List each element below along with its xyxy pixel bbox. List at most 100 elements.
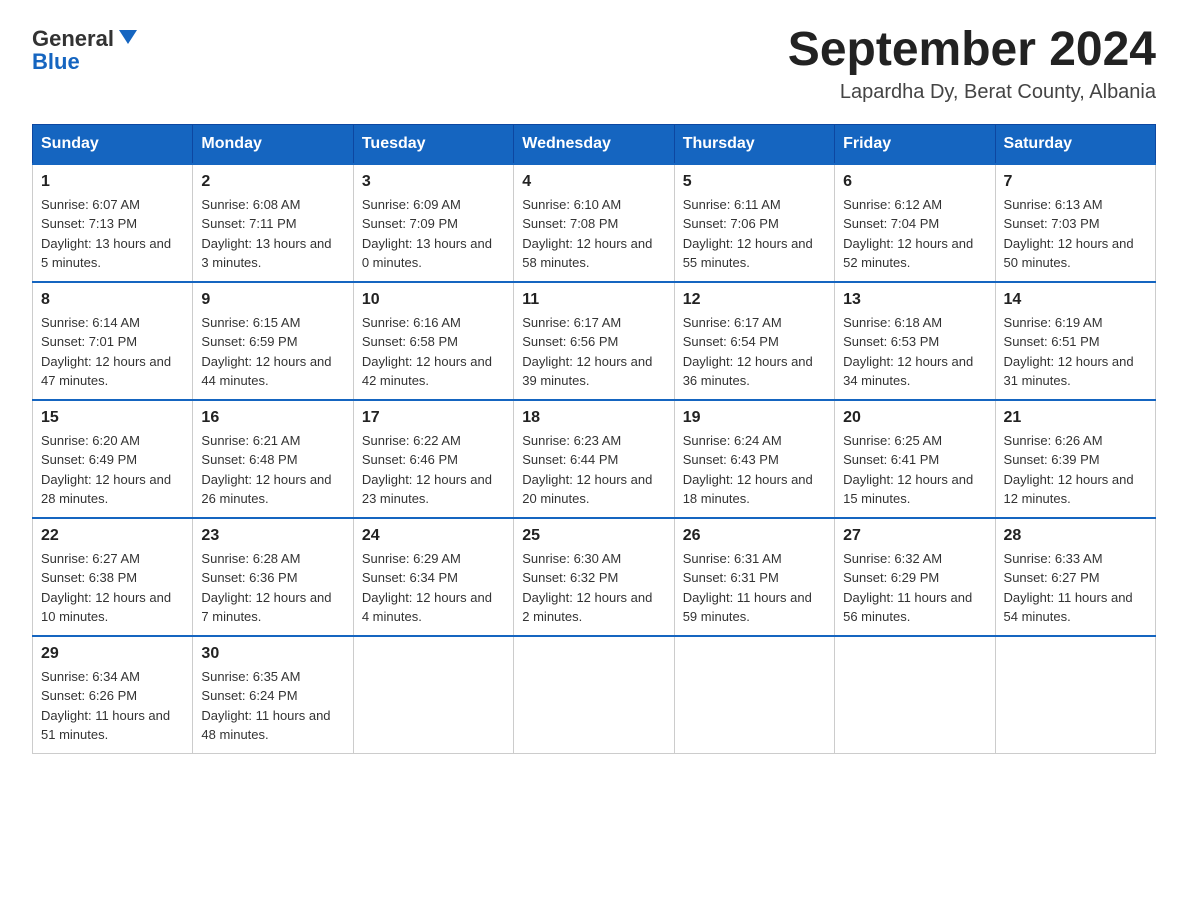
day-info: Sunrise: 6:10 AM Sunset: 7:08 PM Dayligh…: [522, 195, 665, 273]
day-info: Sunrise: 6:26 AM Sunset: 6:39 PM Dayligh…: [1004, 431, 1147, 509]
calendar-day-cell: 21 Sunrise: 6:26 AM Sunset: 6:39 PM Dayl…: [995, 400, 1155, 518]
calendar-day-cell: 1 Sunrise: 6:07 AM Sunset: 7:13 PM Dayli…: [33, 164, 193, 282]
day-info: Sunrise: 6:09 AM Sunset: 7:09 PM Dayligh…: [362, 195, 505, 273]
calendar-day-cell: 14 Sunrise: 6:19 AM Sunset: 6:51 PM Dayl…: [995, 282, 1155, 400]
day-number: 6: [843, 173, 986, 191]
page-header: General Blue September 2024 Lapardha Dy,…: [32, 24, 1156, 104]
day-number: 11: [522, 291, 665, 309]
day-number: 15: [41, 409, 184, 427]
calendar-day-cell: 9 Sunrise: 6:15 AM Sunset: 6:59 PM Dayli…: [193, 282, 353, 400]
day-info: Sunrise: 6:13 AM Sunset: 7:03 PM Dayligh…: [1004, 195, 1147, 273]
calendar-day-cell: 8 Sunrise: 6:14 AM Sunset: 7:01 PM Dayli…: [33, 282, 193, 400]
calendar-week-row: 22 Sunrise: 6:27 AM Sunset: 6:38 PM Dayl…: [33, 518, 1156, 636]
day-number: 12: [683, 291, 826, 309]
day-info: Sunrise: 6:30 AM Sunset: 6:32 PM Dayligh…: [522, 549, 665, 627]
calendar-day-cell: 19 Sunrise: 6:24 AM Sunset: 6:43 PM Dayl…: [674, 400, 834, 518]
day-info: Sunrise: 6:33 AM Sunset: 6:27 PM Dayligh…: [1004, 549, 1147, 627]
calendar-day-cell: 15 Sunrise: 6:20 AM Sunset: 6:49 PM Dayl…: [33, 400, 193, 518]
day-number: 7: [1004, 173, 1147, 191]
calendar-day-cell: 26 Sunrise: 6:31 AM Sunset: 6:31 PM Dayl…: [674, 518, 834, 636]
day-info: Sunrise: 6:23 AM Sunset: 6:44 PM Dayligh…: [522, 431, 665, 509]
header-monday: Monday: [193, 124, 353, 164]
day-number: 28: [1004, 527, 1147, 545]
day-info: Sunrise: 6:08 AM Sunset: 7:11 PM Dayligh…: [201, 195, 344, 273]
day-info: Sunrise: 6:27 AM Sunset: 6:38 PM Dayligh…: [41, 549, 184, 627]
calendar-day-cell: 16 Sunrise: 6:21 AM Sunset: 6:48 PM Dayl…: [193, 400, 353, 518]
calendar-day-cell: 11 Sunrise: 6:17 AM Sunset: 6:56 PM Dayl…: [514, 282, 674, 400]
day-number: 16: [201, 409, 344, 427]
day-number: 29: [41, 645, 184, 663]
header-tuesday: Tuesday: [353, 124, 513, 164]
header-saturday: Saturday: [995, 124, 1155, 164]
calendar-day-cell: [995, 636, 1155, 754]
calendar-day-cell: 13 Sunrise: 6:18 AM Sunset: 6:53 PM Dayl…: [835, 282, 995, 400]
calendar-day-cell: 10 Sunrise: 6:16 AM Sunset: 6:58 PM Dayl…: [353, 282, 513, 400]
calendar-day-cell: 6 Sunrise: 6:12 AM Sunset: 7:04 PM Dayli…: [835, 164, 995, 282]
day-number: 24: [362, 527, 505, 545]
day-number: 14: [1004, 291, 1147, 309]
day-number: 23: [201, 527, 344, 545]
day-info: Sunrise: 6:18 AM Sunset: 6:53 PM Dayligh…: [843, 313, 986, 391]
day-info: Sunrise: 6:21 AM Sunset: 6:48 PM Dayligh…: [201, 431, 344, 509]
day-info: Sunrise: 6:32 AM Sunset: 6:29 PM Dayligh…: [843, 549, 986, 627]
day-number: 2: [201, 173, 344, 191]
day-number: 9: [201, 291, 344, 309]
calendar-day-cell: 4 Sunrise: 6:10 AM Sunset: 7:08 PM Dayli…: [514, 164, 674, 282]
day-info: Sunrise: 6:28 AM Sunset: 6:36 PM Dayligh…: [201, 549, 344, 627]
calendar-day-cell: [353, 636, 513, 754]
day-number: 13: [843, 291, 986, 309]
day-info: Sunrise: 6:19 AM Sunset: 6:51 PM Dayligh…: [1004, 313, 1147, 391]
calendar-day-cell: [835, 636, 995, 754]
day-number: 26: [683, 527, 826, 545]
day-number: 25: [522, 527, 665, 545]
calendar-day-cell: 17 Sunrise: 6:22 AM Sunset: 6:46 PM Dayl…: [353, 400, 513, 518]
calendar-day-cell: [674, 636, 834, 754]
day-number: 8: [41, 291, 184, 309]
month-year-title: September 2024: [788, 24, 1156, 77]
day-info: Sunrise: 6:07 AM Sunset: 7:13 PM Dayligh…: [41, 195, 184, 273]
calendar-day-cell: 18 Sunrise: 6:23 AM Sunset: 6:44 PM Dayl…: [514, 400, 674, 518]
header-thursday: Thursday: [674, 124, 834, 164]
calendar-day-cell: 23 Sunrise: 6:28 AM Sunset: 6:36 PM Dayl…: [193, 518, 353, 636]
calendar-day-cell: 28 Sunrise: 6:33 AM Sunset: 6:27 PM Dayl…: [995, 518, 1155, 636]
calendar-week-row: 29 Sunrise: 6:34 AM Sunset: 6:26 PM Dayl…: [33, 636, 1156, 754]
day-number: 30: [201, 645, 344, 663]
day-number: 5: [683, 173, 826, 191]
day-number: 4: [522, 173, 665, 191]
day-info: Sunrise: 6:22 AM Sunset: 6:46 PM Dayligh…: [362, 431, 505, 509]
calendar-day-cell: 29 Sunrise: 6:34 AM Sunset: 6:26 PM Dayl…: [33, 636, 193, 754]
day-number: 19: [683, 409, 826, 427]
day-number: 10: [362, 291, 505, 309]
day-info: Sunrise: 6:35 AM Sunset: 6:24 PM Dayligh…: [201, 667, 344, 745]
calendar-day-cell: 3 Sunrise: 6:09 AM Sunset: 7:09 PM Dayli…: [353, 164, 513, 282]
calendar-header-row: Sunday Monday Tuesday Wednesday Thursday…: [33, 124, 1156, 164]
calendar-day-cell: [514, 636, 674, 754]
day-number: 17: [362, 409, 505, 427]
calendar-day-cell: 27 Sunrise: 6:32 AM Sunset: 6:29 PM Dayl…: [835, 518, 995, 636]
logo: General Blue: [32, 24, 139, 75]
day-info: Sunrise: 6:17 AM Sunset: 6:56 PM Dayligh…: [522, 313, 665, 391]
header-friday: Friday: [835, 124, 995, 164]
calendar-day-cell: 20 Sunrise: 6:25 AM Sunset: 6:41 PM Dayl…: [835, 400, 995, 518]
calendar-day-cell: 30 Sunrise: 6:35 AM Sunset: 6:24 PM Dayl…: [193, 636, 353, 754]
calendar-day-cell: 22 Sunrise: 6:27 AM Sunset: 6:38 PM Dayl…: [33, 518, 193, 636]
day-info: Sunrise: 6:25 AM Sunset: 6:41 PM Dayligh…: [843, 431, 986, 509]
logo-general: General: [32, 26, 114, 52]
header-sunday: Sunday: [33, 124, 193, 164]
day-info: Sunrise: 6:15 AM Sunset: 6:59 PM Dayligh…: [201, 313, 344, 391]
day-info: Sunrise: 6:14 AM Sunset: 7:01 PM Dayligh…: [41, 313, 184, 391]
day-info: Sunrise: 6:17 AM Sunset: 6:54 PM Dayligh…: [683, 313, 826, 391]
day-info: Sunrise: 6:24 AM Sunset: 6:43 PM Dayligh…: [683, 431, 826, 509]
title-block: September 2024 Lapardha Dy, Berat County…: [788, 24, 1156, 104]
day-number: 1: [41, 173, 184, 191]
calendar-day-cell: 25 Sunrise: 6:30 AM Sunset: 6:32 PM Dayl…: [514, 518, 674, 636]
day-info: Sunrise: 6:11 AM Sunset: 7:06 PM Dayligh…: [683, 195, 826, 273]
day-info: Sunrise: 6:31 AM Sunset: 6:31 PM Dayligh…: [683, 549, 826, 627]
calendar-table: Sunday Monday Tuesday Wednesday Thursday…: [32, 124, 1156, 754]
day-number: 21: [1004, 409, 1147, 427]
day-info: Sunrise: 6:34 AM Sunset: 6:26 PM Dayligh…: [41, 667, 184, 745]
logo-arrow-icon: [117, 26, 139, 48]
calendar-day-cell: 5 Sunrise: 6:11 AM Sunset: 7:06 PM Dayli…: [674, 164, 834, 282]
day-info: Sunrise: 6:12 AM Sunset: 7:04 PM Dayligh…: [843, 195, 986, 273]
day-info: Sunrise: 6:16 AM Sunset: 6:58 PM Dayligh…: [362, 313, 505, 391]
